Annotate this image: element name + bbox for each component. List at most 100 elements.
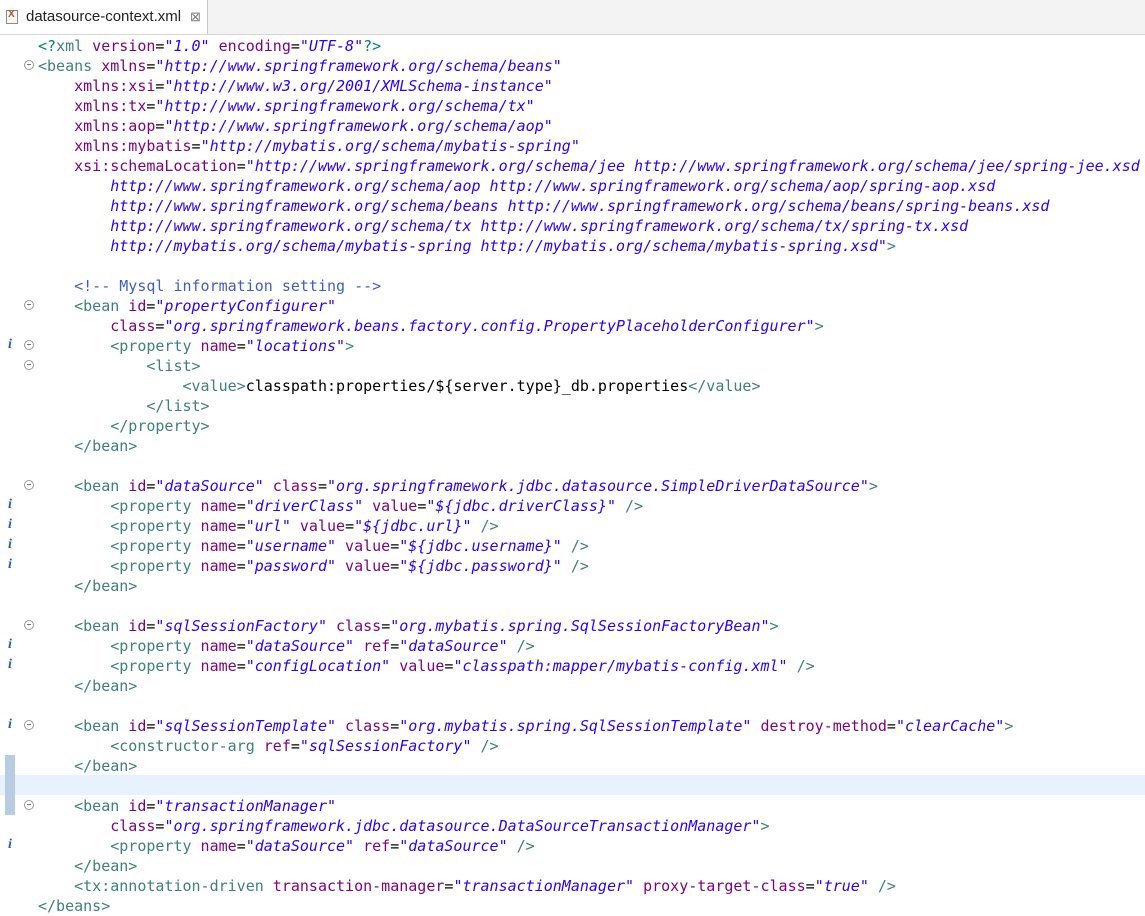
code-token: =: [317, 477, 327, 495]
code-token: =: [236, 537, 246, 555]
code-line[interactable]: http://www.springframework.org/schema/be…: [0, 195, 1145, 215]
xml-editor[interactable]: <?xml version="1.0" encoding="UTF-8"?> <b…: [0, 35, 1145, 915]
code-text: <value>classpath:properties/${server.typ…: [38, 376, 761, 396]
code-line[interactable]: xsi:schemaLocation="http://www.springfra…: [0, 155, 1145, 175]
code-line[interactable]: [0, 455, 1145, 475]
code-text: xmlns:xsi="http://www.w3.org/2001/XMLSch…: [38, 76, 553, 96]
code-token: "sqlSessionFactory": [299, 737, 472, 755]
code-line[interactable]: <bean id="propertyConfigurer": [0, 295, 1145, 315]
code-line[interactable]: class="org.springframework.jdbc.datasour…: [0, 815, 1145, 835]
code-line[interactable]: <beans xmlns="http://www.springframework…: [0, 55, 1145, 75]
code-line[interactable]: i <property name="url" value="${jdbc.url…: [0, 515, 1145, 535]
code-line[interactable]: </list>: [0, 395, 1145, 415]
code-line[interactable]: xmlns:tx="http://www.springframework.org…: [0, 95, 1145, 115]
code-line[interactable]: xmlns:xsi="http://www.w3.org/2001/XMLSch…: [0, 75, 1145, 95]
code-token: "org.springframework.jdbc.datasource.Dat…: [164, 817, 761, 835]
code-line[interactable]: class="org.springframework.beans.factory…: [0, 315, 1145, 335]
code-token: "org.mybatis.spring.SqlSessionTemplate": [399, 717, 752, 735]
code-token: "${jdbc.url}": [354, 517, 472, 535]
code-line[interactable]: <bean id="sqlSessionFactory" class="org.…: [0, 615, 1145, 635]
code-line[interactable]: </beans>: [0, 895, 1145, 915]
code-token: id: [119, 717, 147, 735]
code-line[interactable]: </property>: [0, 415, 1145, 435]
tab-datasource-context-xml[interactable]: X datasource-context.xml ⊠: [0, 0, 208, 34]
code-line[interactable]: <value>classpath:properties/${server.typ…: [0, 375, 1145, 395]
code-line[interactable]: </bean>: [0, 855, 1145, 875]
code-line[interactable]: i <property name="locations">: [0, 335, 1145, 355]
info-annotation-icon[interactable]: i: [4, 635, 16, 655]
code-line[interactable]: i <property name="configLocation" value=…: [0, 655, 1145, 675]
code-token: name: [191, 837, 237, 855]
fold-toggle-icon[interactable]: [24, 800, 34, 810]
close-icon[interactable]: ⊠: [190, 9, 201, 25]
code-text: </bean>: [38, 756, 137, 776]
code-line[interactable]: </bean>: [0, 675, 1145, 695]
code-line[interactable]: [0, 775, 1145, 795]
code-line[interactable]: i <property name="username" value="${jdb…: [0, 535, 1145, 555]
code-token: http://www.springframework.org/schema/be…: [110, 197, 1050, 215]
code-token: />: [507, 637, 535, 655]
fold-toggle-icon[interactable]: [24, 340, 34, 350]
code-line[interactable]: <bean id="transactionManager": [0, 795, 1145, 815]
code-line[interactable]: i <bean id="sqlSessionTemplate" class="o…: [0, 715, 1145, 735]
fold-toggle-icon[interactable]: [24, 360, 34, 370]
code-token: version: [83, 37, 156, 55]
code-token: id: [119, 617, 147, 635]
code-line[interactable]: xmlns:aop="http://www.springframework.or…: [0, 115, 1145, 135]
code-line[interactable]: http://www.springframework.org/schema/tx…: [0, 215, 1145, 235]
code-line[interactable]: </bean>: [0, 755, 1145, 775]
info-annotation-icon[interactable]: i: [4, 835, 16, 855]
code-line[interactable]: xmlns:mybatis="http://mybatis.org/schema…: [0, 135, 1145, 155]
code-text: </bean>: [38, 676, 137, 696]
fold-toggle-icon[interactable]: [24, 720, 34, 730]
code-token: "true": [814, 877, 869, 895]
code-line[interactable]: i <property name="dataSource" ref="dataS…: [0, 835, 1145, 855]
code-token: <value>: [182, 377, 246, 395]
code-token: <?: [38, 37, 57, 55]
fold-toggle-icon[interactable]: [24, 60, 34, 70]
code-line[interactable]: i <property name="password" value="${jdb…: [0, 555, 1145, 575]
code-line[interactable]: http://www.springframework.org/schema/ao…: [0, 175, 1145, 195]
info-annotation-icon[interactable]: i: [4, 715, 16, 735]
code-text: <property name="configLocation" value="c…: [38, 656, 814, 676]
fold-toggle-icon[interactable]: [24, 480, 34, 490]
code-token: name: [191, 337, 237, 355]
info-annotation-icon[interactable]: i: [4, 515, 16, 535]
code-token: <property: [110, 537, 192, 555]
info-annotation-icon[interactable]: i: [4, 335, 16, 355]
code-line[interactable]: <tx:annotation-driven transaction-manage…: [0, 875, 1145, 895]
code-text: http://www.springframework.org/schema/ao…: [38, 176, 995, 196]
code-line[interactable]: <bean id="dataSource" class="org.springf…: [0, 475, 1145, 495]
code-token: name: [191, 637, 237, 655]
code-token: <tx:annotation-driven: [74, 877, 264, 895]
code-token: =: [805, 877, 815, 895]
code-line[interactable]: [0, 595, 1145, 615]
code-token: </bean>: [74, 857, 138, 875]
code-line[interactable]: http://mybatis.org/schema/mybatis-spring…: [0, 235, 1145, 255]
info-annotation-icon[interactable]: i: [4, 555, 16, 575]
code-token: destroy-method: [751, 717, 887, 735]
code-line[interactable]: <list>: [0, 355, 1145, 375]
code-line[interactable]: </bean>: [0, 435, 1145, 455]
code-token: "UTF-8": [299, 37, 364, 55]
fold-toggle-icon[interactable]: [24, 300, 34, 310]
code-token: </bean>: [74, 677, 138, 695]
code-line[interactable]: <?xml version="1.0" encoding="UTF-8"?>: [0, 35, 1145, 55]
info-annotation-icon[interactable]: i: [4, 535, 16, 555]
code-line[interactable]: [0, 255, 1145, 275]
change-marker: [5, 755, 15, 775]
info-annotation-icon[interactable]: i: [4, 495, 16, 515]
code-text: class="org.springframework.jdbc.datasour…: [38, 816, 769, 836]
code-token: </bean>: [74, 757, 138, 775]
code-token: </bean>: [74, 437, 138, 455]
code-line[interactable]: [0, 695, 1145, 715]
code-line[interactable]: <constructor-arg ref="sqlSessionFactory"…: [0, 735, 1145, 755]
code-token: =: [236, 517, 246, 535]
code-token: </beans>: [38, 897, 111, 915]
code-line[interactable]: i <property name="dataSource" ref="dataS…: [0, 635, 1145, 655]
info-annotation-icon[interactable]: i: [4, 655, 16, 675]
code-line[interactable]: i <property name="driverClass" value="${…: [0, 495, 1145, 515]
fold-toggle-icon[interactable]: [24, 620, 34, 630]
code-line[interactable]: <!-- Mysql information setting -->: [0, 275, 1145, 295]
code-line[interactable]: </bean>: [0, 575, 1145, 595]
